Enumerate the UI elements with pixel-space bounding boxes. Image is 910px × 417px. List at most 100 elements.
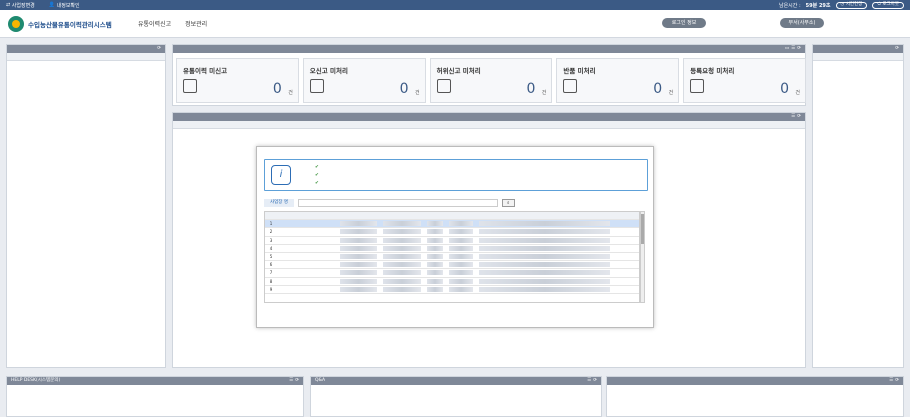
qa-panel: Q&A ☰ ⟳ (310, 376, 602, 417)
helpdesk-panel: HELP DESK(시스템문의) ☰ ⟳ (6, 376, 304, 417)
document-icon (183, 79, 197, 93)
select-cell (613, 287, 639, 292)
redacted-cell (337, 262, 381, 268)
redacted-cell (380, 278, 424, 284)
select-cell (613, 238, 639, 243)
refresh-icon[interactable]: ⟳ (797, 113, 801, 121)
logo-title: 수입농산물유통이력관리시스템 (28, 20, 112, 29)
logout-button[interactable]: ⏻ 로그아웃 (872, 1, 904, 9)
redacted-cell (337, 221, 381, 227)
table-row[interactable]: 8 (265, 278, 639, 286)
redacted-cell (337, 270, 381, 276)
redacted-cell (337, 286, 381, 292)
toggle-icon[interactable]: ▭ (785, 45, 789, 53)
row-number: 9 (269, 286, 273, 292)
redacted-cell (476, 270, 613, 276)
list-icon[interactable]: ☰ (791, 45, 795, 53)
nav-distribution-report[interactable]: 유통이력신고 (138, 19, 171, 28)
redacted-cell (380, 270, 424, 276)
redacted-cell (424, 221, 446, 227)
search-button[interactable]: ⌕ (502, 199, 515, 207)
redacted-cell (380, 229, 424, 235)
row-number: 5 (269, 254, 273, 260)
workplace-table: 1 2 3 4 5 6 7 8 9 (264, 211, 640, 303)
table-header (265, 212, 639, 221)
redacted-cell (476, 262, 613, 268)
nav-info-management[interactable]: 정보관리 (185, 19, 207, 28)
redacted-cell (476, 254, 613, 260)
header: 수입농산물유통이력관리시스템 유통이력신고 정보관리 (0, 10, 910, 38)
refresh-icon[interactable]: ⟳ (593, 377, 597, 385)
my-info-link[interactable]: 👤 내정보확인 (49, 2, 80, 9)
search-input[interactable] (298, 199, 498, 207)
list-icon[interactable]: ☰ (587, 377, 591, 385)
extend-session-button[interactable]: ◷ 시간연장 (835, 1, 868, 9)
select-cell (613, 254, 639, 259)
redacted-cell (424, 270, 446, 276)
refresh-icon[interactable]: ⟳ (797, 45, 801, 53)
card-return[interactable]: 반품 미처리 0 건 (556, 58, 680, 103)
redacted-cell (446, 286, 476, 292)
redacted-cell (446, 254, 476, 260)
bureau-button[interactable]: 부서(사무소) (780, 18, 824, 28)
table-row[interactable]: 2 (265, 228, 639, 237)
redacted-cell (424, 237, 446, 243)
logo[interactable]: 수입농산물유통이력관리시스템 (8, 15, 128, 32)
table-row[interactable]: 5 (265, 253, 639, 262)
panel-title: Q&A (315, 378, 326, 383)
redacted-cell (476, 286, 613, 292)
redacted-cell (337, 229, 381, 235)
refresh-icon[interactable]: ⟳ (295, 377, 299, 385)
workplace-select-modal: i ✔ ✔ ✔ 사업장 명 ⌕ 1 2 3 4 5 6 7 8 9 (256, 146, 654, 328)
remaining-time-value: 59분 29초 (805, 2, 831, 9)
table-scrollbar[interactable] (640, 211, 645, 303)
card-misreport[interactable]: 오신고 미처리 0 건 (302, 58, 426, 103)
clipboard-icon (690, 79, 705, 93)
table-header (173, 121, 805, 129)
select-cell (613, 246, 639, 251)
table-row[interactable]: 7 (265, 269, 639, 278)
select-cell (613, 229, 639, 234)
redacted-cell (380, 254, 424, 260)
warning-document-icon (436, 79, 451, 93)
refresh-icon[interactable]: ⟳ (895, 45, 899, 53)
info-icon: i (271, 165, 291, 185)
session-controls: 남은시간 : 59분 29초 ◷ 시간연장 ⏻ 로그아웃 (778, 1, 904, 9)
card-false-report[interactable]: 허위신고 미처리 0 건 (429, 58, 553, 103)
refresh-icon[interactable]: ⟳ (895, 377, 899, 385)
remaining-time-label: 남은시간 : (778, 2, 801, 9)
table-row[interactable]: 4 (265, 245, 639, 253)
redacted-cell (446, 229, 476, 235)
redacted-cell (337, 254, 381, 260)
table-row[interactable]: 3 (265, 237, 639, 245)
card-registration-request[interactable]: 등록요청 미처리 0 건 (683, 58, 806, 103)
row-number: 4 (269, 245, 273, 251)
redacted-cell (380, 221, 424, 227)
table-row[interactable]: 6 (265, 261, 639, 270)
main-nav: 유통이력신고 정보관리 (138, 19, 207, 28)
product-import-panel: ⟳ (812, 44, 904, 368)
redacted-cell (476, 245, 613, 251)
redacted-cell (446, 278, 476, 284)
refresh-icon[interactable]: ⟳ (157, 45, 161, 53)
info-box: i ✔ ✔ ✔ (264, 159, 648, 191)
search-row: 사업장 명 ⌕ (264, 199, 515, 207)
data-room-panel: ☰ ⟳ (606, 376, 904, 417)
redacted-cell (476, 221, 613, 227)
redacted-cell (476, 229, 613, 235)
list-icon[interactable]: ☰ (791, 113, 795, 121)
redacted-cell (424, 262, 446, 268)
panel-title: HELP DESK(시스템문의) (11, 378, 61, 383)
table-row[interactable]: 1 (265, 220, 639, 229)
login-info-button[interactable]: 로그인 정보 (662, 18, 706, 28)
report-status-panel: ⟳ (6, 44, 166, 368)
change-workplace-link[interactable]: ⇄ 사업장변경 (6, 2, 35, 9)
card-unreported[interactable]: 유통이력 미신고 0 건 (176, 58, 299, 103)
row-number: 7 (269, 270, 273, 276)
list-icon[interactable]: ☰ (889, 377, 893, 385)
redacted-cell (380, 237, 424, 243)
list-icon[interactable]: ☰ (289, 377, 293, 385)
redacted-cell (476, 237, 613, 243)
select-cell (613, 221, 639, 226)
table-row[interactable]: 9 (265, 286, 639, 294)
